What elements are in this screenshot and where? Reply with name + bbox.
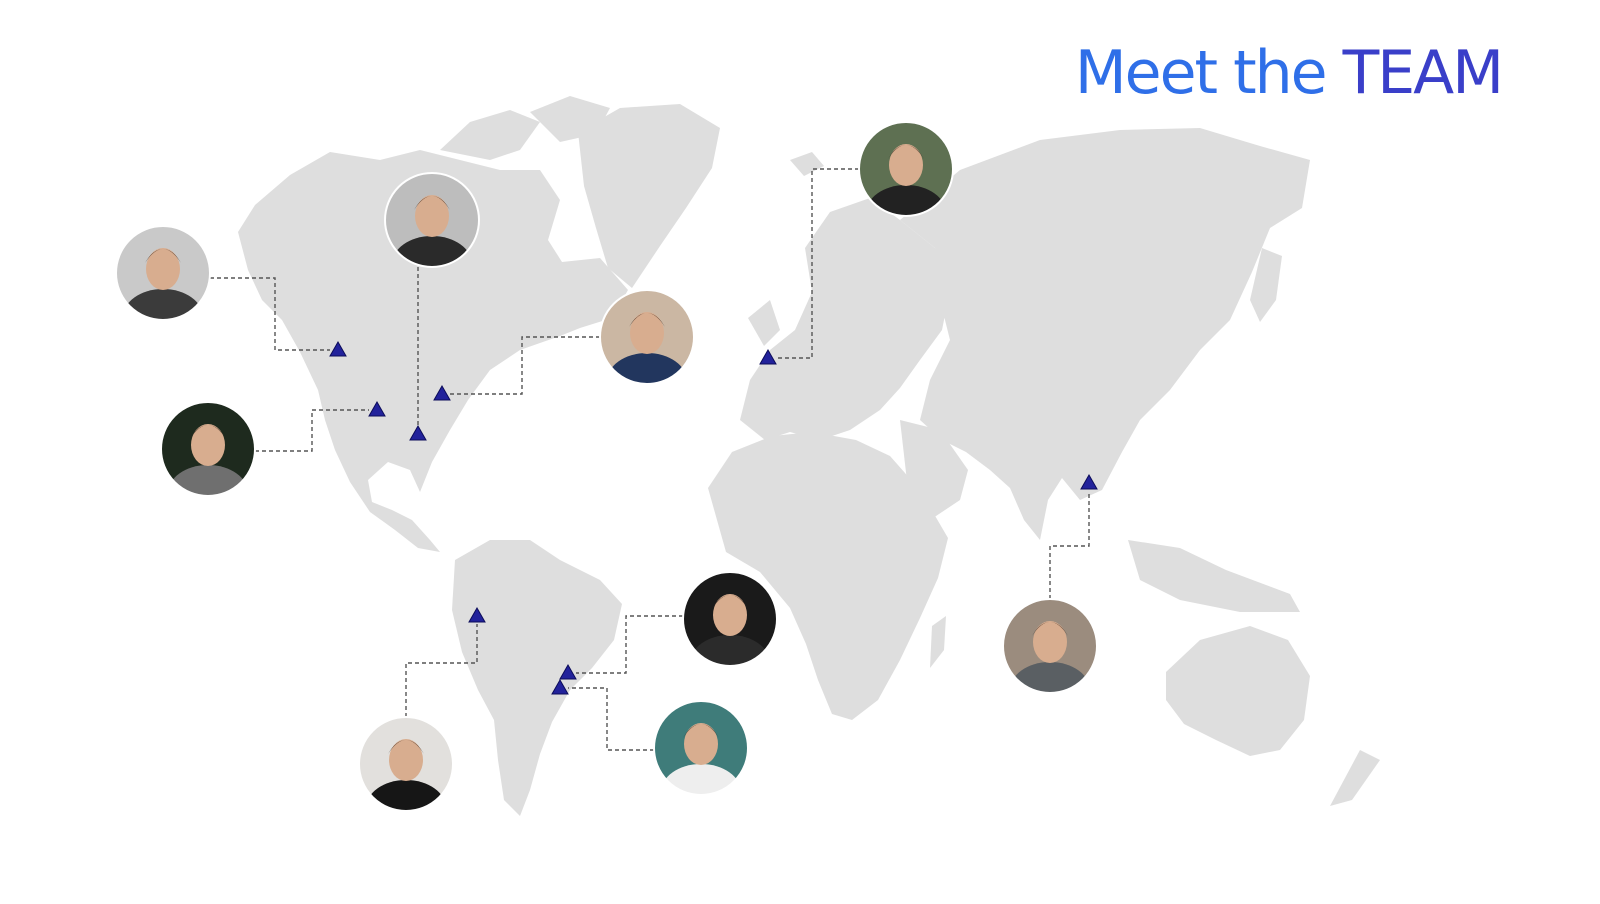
continent-australia [1166, 626, 1310, 756]
island-britain [748, 300, 780, 346]
arctic-islands [440, 110, 540, 160]
team-avatar [654, 701, 748, 795]
avatar-shoulders [168, 465, 248, 496]
team-avatar [683, 572, 777, 666]
team-avatar [161, 402, 255, 496]
team-avatar [359, 717, 453, 811]
avatar-shoulders [123, 289, 203, 320]
avatar-head [889, 144, 923, 186]
world-map [115, 96, 1380, 816]
avatar-head [713, 594, 747, 636]
avatar-shoulders [661, 764, 741, 795]
island-iceland [790, 152, 824, 176]
team-avatar [1003, 599, 1097, 693]
avatar-head [191, 424, 225, 466]
title-accent: TEAM [1342, 38, 1504, 108]
avatar-head [1033, 621, 1067, 663]
avatar-head [415, 195, 449, 237]
island-new-zealand [1330, 750, 1380, 806]
avatar-shoulders [366, 780, 446, 811]
team-avatar [116, 226, 210, 320]
avatar-shoulders [690, 635, 770, 666]
islands-southeast-asia [1128, 540, 1300, 612]
avatar-shoulders [1010, 662, 1090, 693]
avatar-head [389, 739, 423, 781]
avatar-head [630, 312, 664, 354]
avatar-shoulders [607, 353, 687, 384]
page-title: Meet the TEAM [1074, 38, 1504, 108]
avatar-head [684, 723, 718, 765]
connector-line [1049, 491, 1090, 599]
island-madagascar [930, 616, 946, 668]
avatar-head [146, 248, 180, 290]
world-map-slide: Meet the TEAM [0, 0, 1600, 900]
continent-south-america [452, 540, 622, 816]
connector-line [568, 687, 654, 751]
team-avatar [600, 290, 694, 384]
title-text: Meet the [1074, 38, 1343, 108]
